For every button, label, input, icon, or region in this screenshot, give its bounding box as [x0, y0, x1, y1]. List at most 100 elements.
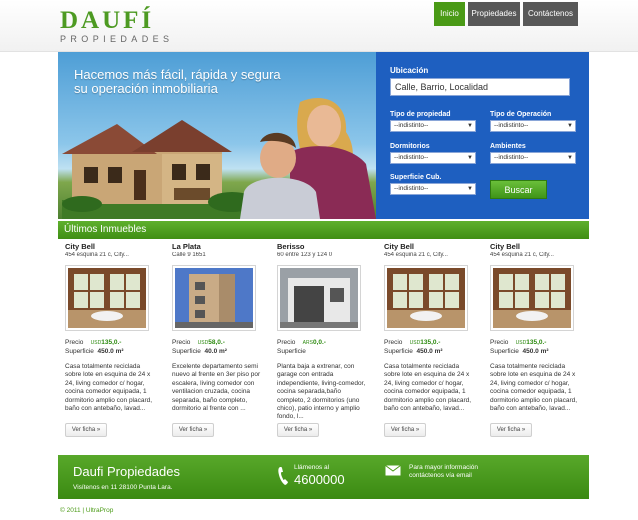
listing-description: Casa totalmente reciclada sobre lote en …	[65, 363, 153, 413]
search-button[interactable]: Buscar	[490, 180, 547, 199]
listing-price-row: Precio USD135,0.-	[384, 339, 440, 346]
site-header: DAUFÍ PROPIEDADES Inicio Propiedades Con…	[0, 0, 638, 52]
listing-thumbnail[interactable]	[277, 265, 361, 331]
property-photo[interactable]	[175, 268, 253, 328]
price-label: Precio	[277, 339, 296, 346]
chevron-down-icon: ▼	[467, 155, 473, 161]
listing-address: 454 esquina 21 c, City...	[65, 252, 129, 258]
phone-label: Llámenos al	[294, 464, 330, 471]
listing-price: ARS0,0.-	[303, 339, 326, 346]
bedrooms-label: Dormitorios	[390, 143, 430, 150]
listings-grid: City Bell 454 esquina 21 c, City... Precio…	[58, 242, 589, 442]
nav-item-propiedades[interactable]: Propiedades	[468, 2, 520, 26]
listing-card[interactable]: La Plata Calle 9 1651 Precio USD58,0.- Supe…	[172, 242, 268, 437]
footer-address: Visítenos en 11 28100 Punta Lara.	[73, 484, 173, 491]
area-select[interactable]: --indistinto-- ▼	[390, 183, 476, 195]
chevron-down-icon: ▼	[467, 123, 473, 129]
listing-price-row: Precio USD58,0.-	[172, 339, 225, 346]
property-photo[interactable]	[68, 268, 146, 328]
copyright: © 2011 | UltraProp	[60, 507, 114, 514]
listing-area: 450.0 m²	[522, 348, 549, 355]
listing-thumbnail[interactable]	[172, 265, 256, 331]
listing-area: 40.0 m²	[204, 348, 227, 355]
mail-icon[interactable]	[385, 465, 401, 476]
property-type-label: Tipo de propiedad	[390, 111, 451, 118]
main-nav: Inicio Propiedades Contáctenos	[434, 2, 578, 26]
listing-price: USD58,0.-	[198, 339, 225, 346]
listing-card[interactable]: Berisso 60 entre 123 y 124 0 Precio ARS0,0…	[277, 242, 373, 437]
listing-thumbnail[interactable]	[384, 265, 468, 331]
bedrooms-select[interactable]: --indistinto-- ▼	[390, 152, 476, 164]
price-value: 135,0.-	[420, 339, 441, 346]
listing-price: USD135,0.-	[91, 339, 122, 346]
listing-area-row: Superficie 450.0 m²	[490, 348, 549, 355]
listing-area-row: Superficie	[277, 348, 310, 355]
operation-label: Tipo de Operación	[490, 111, 552, 118]
operation-select[interactable]: --indistinto-- ▼	[490, 120, 576, 132]
area-value: --indistinto--	[394, 185, 429, 192]
listing-address: 60 entre 123 y 124 0	[277, 252, 333, 258]
listing-area-row: Superficie 450.0 m²	[384, 348, 443, 355]
view-details-button[interactable]: Ver ficha »	[490, 423, 532, 437]
couple-illustration	[240, 97, 376, 219]
listing-city[interactable]: Berisso	[277, 242, 373, 251]
listing-price-row: Precio USD135,0.-	[65, 339, 121, 346]
phone-icon	[278, 467, 288, 485]
site-footer: Daufi Propiedades Visítenos en 11 28100 …	[58, 455, 589, 499]
location-label: Ubicación	[390, 66, 429, 75]
property-photo[interactable]	[493, 268, 571, 328]
area-label: Superficie	[277, 348, 306, 355]
property-type-select[interactable]: --indistinto-- ▼	[390, 120, 476, 132]
price-value: 58,0.-	[208, 339, 225, 346]
listing-card[interactable]: City Bell 454 esquina 21 c, City... Precio…	[65, 242, 161, 437]
listing-card[interactable]: City Bell 454 esquina 21 c, City... Precio…	[384, 242, 480, 437]
listing-city[interactable]: City Bell	[384, 242, 480, 251]
chevron-down-icon: ▼	[467, 186, 473, 192]
price-label: Precio	[384, 339, 403, 346]
listing-city[interactable]: La Plata	[172, 242, 268, 251]
listing-card[interactable]: City Bell 454 esquina 21 c, City... Precio…	[490, 242, 586, 437]
property-photo[interactable]	[387, 268, 465, 328]
view-details-button[interactable]: Ver ficha »	[172, 423, 214, 437]
price-value: 0,0.-	[312, 339, 326, 346]
price-label: Precio	[65, 339, 84, 346]
location-input[interactable]: Calle, Barrio, Localidad	[390, 78, 570, 96]
property-photo[interactable]	[280, 268, 358, 328]
listing-price-row: Precio ARS0,0.-	[277, 339, 326, 346]
rooms-select[interactable]: --indistinto-- ▼	[490, 152, 576, 164]
view-details-button[interactable]: Ver ficha »	[277, 423, 319, 437]
listing-thumbnail[interactable]	[65, 265, 149, 331]
listing-area: 450.0 m²	[97, 348, 124, 355]
listing-area-row: Superficie 40.0 m²	[172, 348, 227, 355]
rooms-label: Ambientes	[490, 143, 526, 150]
currency: USD	[90, 340, 102, 346]
listing-address: 454 esquina 21 c, City...	[490, 252, 554, 258]
price-label: Precio	[172, 339, 191, 346]
mail-text[interactable]: Para mayor información contáctenos vía e…	[409, 464, 499, 480]
listing-city[interactable]: City Bell	[490, 242, 586, 251]
chevron-down-icon: ▼	[567, 123, 573, 129]
area-label: Superficie	[490, 348, 519, 355]
listing-description: Planta baja a extrenar, con garage con e…	[277, 363, 366, 421]
listing-description: Casa totalmente reciclada sobre lote en …	[490, 363, 578, 413]
listing-area: 450.0 m²	[416, 348, 443, 355]
listing-address: Calle 9 1651	[172, 252, 206, 258]
currency: USD	[515, 340, 527, 346]
currency: USD	[197, 340, 209, 346]
nav-item-contactenos[interactable]: Contáctenos	[523, 2, 578, 26]
area-label: Superficie	[65, 348, 94, 355]
logo[interactable]: DAUFÍ PROPIEDADES	[60, 8, 170, 46]
listing-price-row: Precio USD135,0.-	[490, 339, 546, 346]
footer-company: Daufi Propiedades	[73, 464, 180, 479]
nav-item-inicio[interactable]: Inicio	[434, 2, 465, 26]
phone-number[interactable]: 4600000	[294, 472, 345, 487]
listing-city[interactable]: City Bell	[65, 242, 161, 251]
view-details-button[interactable]: Ver ficha »	[65, 423, 107, 437]
bedrooms-value: --indistinto--	[394, 154, 429, 161]
currency: ARS	[302, 340, 313, 346]
listing-description: Casa totalmente reciclada sobre lote en …	[384, 363, 472, 413]
listing-thumbnail[interactable]	[490, 265, 574, 331]
rooms-value: --indistinto--	[494, 154, 529, 161]
view-details-button[interactable]: Ver ficha »	[384, 423, 426, 437]
operation-value: --indistinto--	[494, 122, 529, 129]
